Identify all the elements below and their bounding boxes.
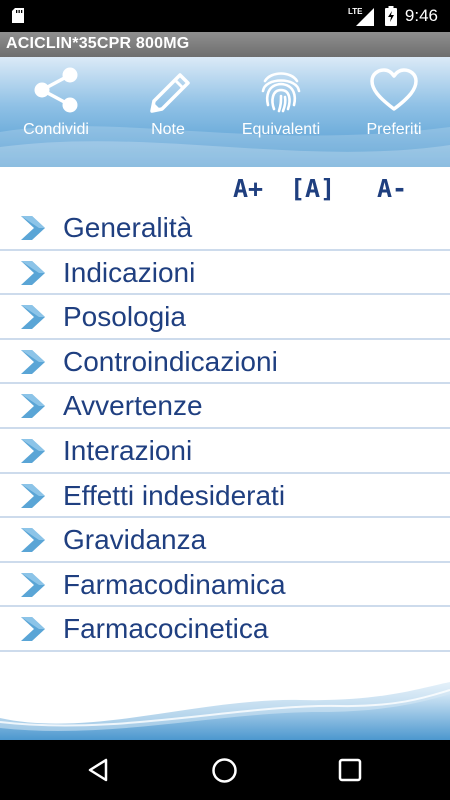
share-button-label: Condividi [23,121,89,138]
share-button[interactable]: Condividi [0,67,112,167]
list-item-label: Interazioni [63,434,193,466]
chevron-right-icon [21,305,45,330]
font-increase-button[interactable]: A+ [233,174,263,203]
favorites-button-label: Preferiti [366,121,422,138]
list-item-label: Posologia [63,301,186,333]
list-item[interactable]: Posologia [0,295,450,340]
chevron-right-icon [21,394,45,419]
favorites-button[interactable]: Preferiti [338,67,450,167]
equivalents-button[interactable]: Equivalenti [225,67,337,167]
chevron-right-icon [21,483,45,508]
note-button[interactable]: Note [112,67,224,167]
list-item[interactable]: Effetti indesiderati [0,474,450,519]
status-clock: 9:46 [404,6,438,25]
chevron-right-icon [21,617,45,642]
footer-wave-decoration [0,682,450,740]
list-item[interactable]: Gravidanza [0,518,450,563]
list-item[interactable]: Farmacodinamica [0,563,450,608]
chevron-right-icon [21,438,45,463]
chevron-right-icon [21,349,45,374]
list-item-label: Gravidanza [63,524,207,556]
chevron-right-icon [21,528,45,553]
chevron-right-icon [21,572,45,597]
sd-card-icon [12,8,24,23]
list-item-label: Avvertenze [63,390,203,422]
equivalents-button-label: Equivalenti [241,121,321,138]
home-icon[interactable] [211,757,238,784]
navigation-bar [0,740,450,800]
note-button-label: Note [151,121,185,138]
list-item-label: Farmacocinetica [63,613,269,645]
list-item[interactable]: Farmacocinetica [0,607,450,652]
list-item-label: Indicazioni [63,256,196,288]
list-item[interactable]: Indicazioni [0,251,450,296]
page-title: ACICLIN*35CPR 800MG [6,35,190,52]
list-item-label: Controindicazioni [63,345,278,377]
list-item[interactable]: Controindicazioni [0,340,450,385]
title-bar: ACICLIN*35CPR 800MG [0,32,450,57]
action-toolbar: Condividi Note Equivalenti Preferiti [0,57,450,167]
status-bar: LTE 9:46 [0,0,450,32]
lte-signal-icon: LTE [348,7,374,26]
list-item[interactable]: Generalità [0,206,450,251]
list-item-label: Generalità [63,212,193,243]
list-item-label: Effetti indesiderati [63,479,286,511]
section-list: Generalità Indicazioni Posologia Controi… [0,206,450,652]
list-item-label: Farmacodinamica [63,568,286,600]
chevron-right-icon [21,260,45,285]
list-item[interactable]: Avvertenze [0,384,450,429]
heart-icon [370,68,418,111]
pencil-icon [150,73,190,113]
font-decrease-button[interactable]: A- [377,174,407,203]
recents-icon[interactable] [338,758,362,782]
fingerprint-icon [261,72,301,113]
network-type-label: LTE [348,7,363,16]
share-icon [34,67,78,113]
font-size-controls: A+ [A] A- [0,172,450,208]
list-item[interactable]: Interazioni [0,429,450,474]
chevron-right-icon [21,216,45,240]
battery-icon [385,6,397,26]
back-icon[interactable] [86,757,112,783]
font-reset-button[interactable]: [A] [290,174,335,203]
